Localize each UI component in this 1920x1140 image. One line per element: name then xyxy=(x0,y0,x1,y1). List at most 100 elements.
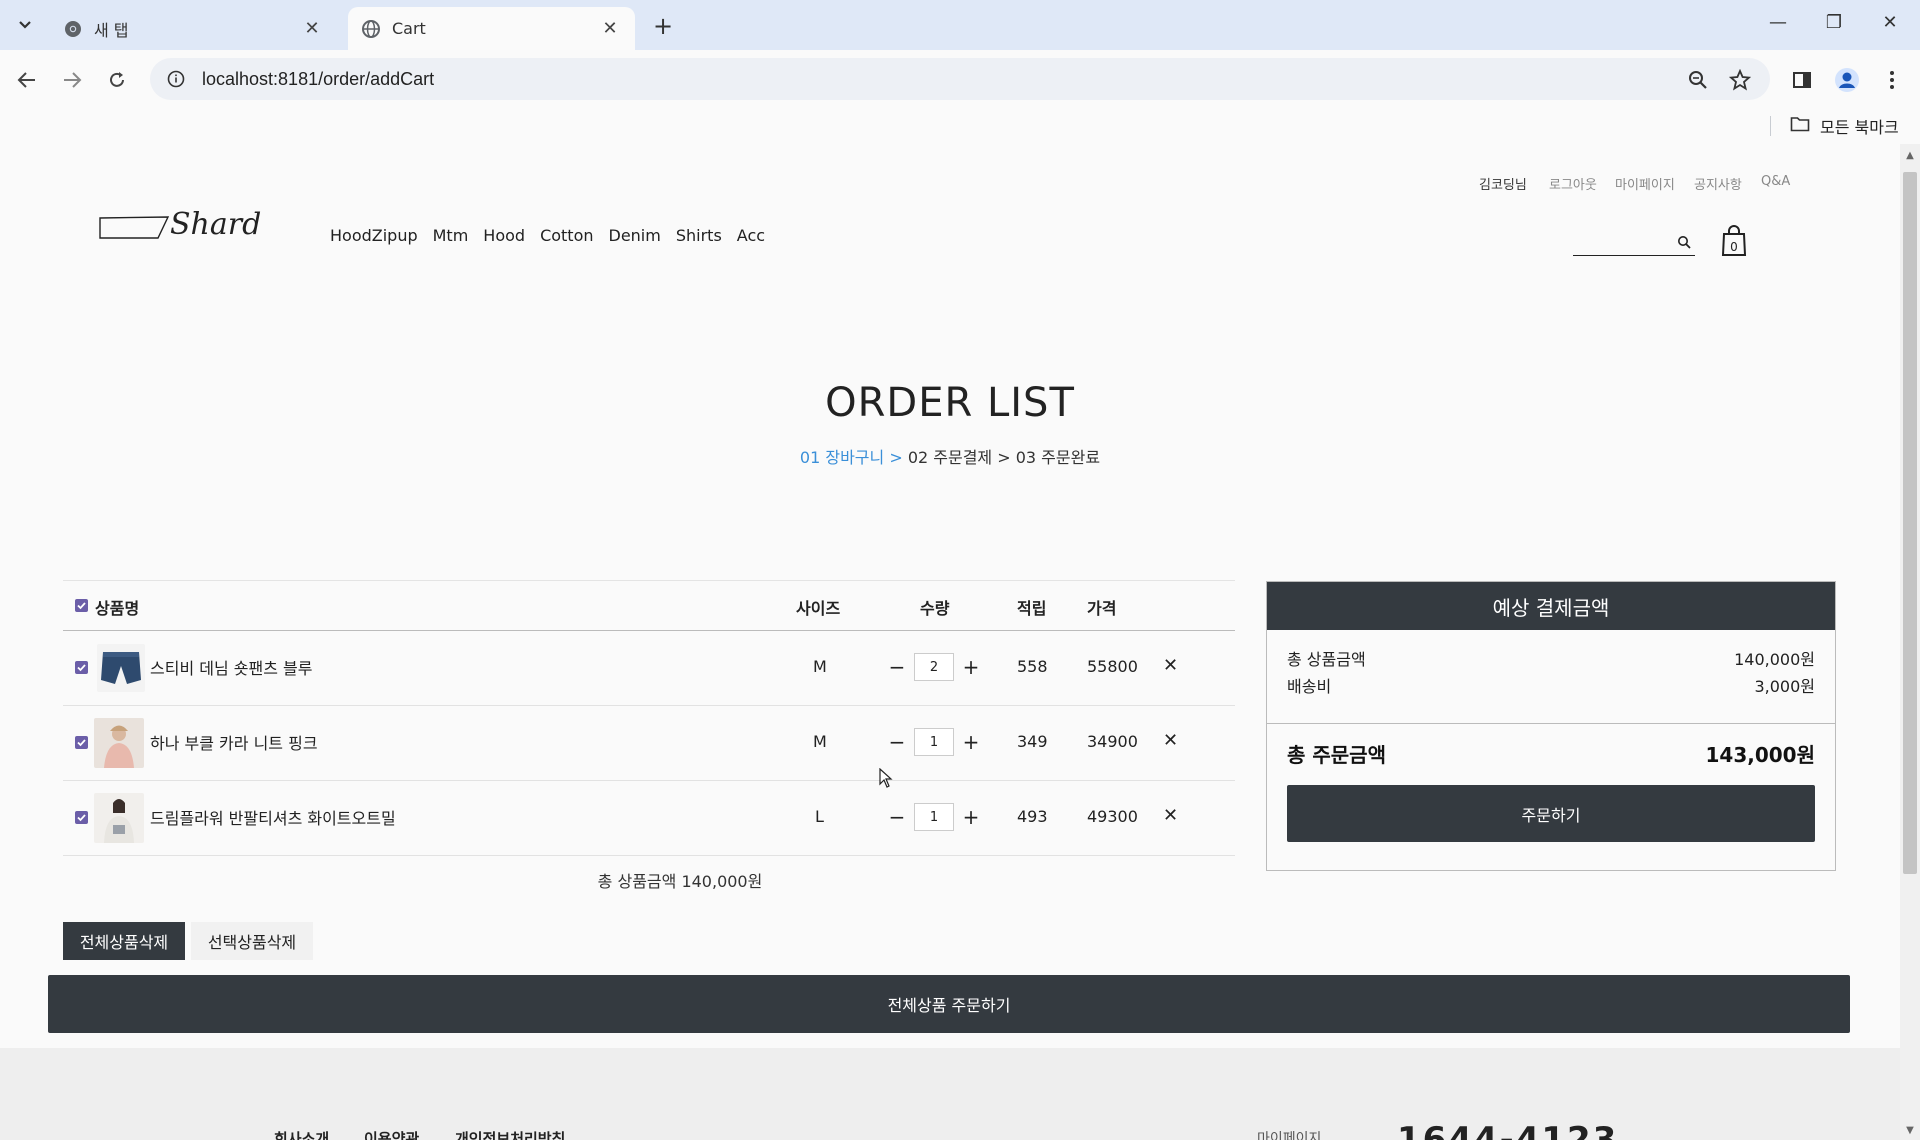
folder-icon xyxy=(1790,116,1810,136)
mouse-cursor-icon xyxy=(879,767,893,792)
summary-divider xyxy=(1267,723,1835,724)
item-checkbox[interactable] xyxy=(75,811,88,824)
bookmark-bar: 모든 북마크 xyxy=(0,108,1920,144)
kebab-menu-icon[interactable] xyxy=(1878,66,1906,94)
quantity-plus-button[interactable]: + xyxy=(960,730,982,754)
product-thumbnail[interactable] xyxy=(97,644,145,692)
quantity-plus-button[interactable]: + xyxy=(960,655,982,679)
back-icon[interactable] xyxy=(12,66,42,94)
tab-search-chevron-icon[interactable] xyxy=(8,10,42,40)
util-logout-link[interactable]: 로그아웃 xyxy=(1549,174,1597,193)
delete-all-button[interactable]: 전체상품삭제 xyxy=(63,922,185,960)
item-checkbox[interactable] xyxy=(75,661,88,674)
cart-total-text: 총 상품금액 140,000원 xyxy=(597,872,763,891)
globe-icon xyxy=(362,19,380,38)
remove-item-icon[interactable]: ✕ xyxy=(1163,805,1178,826)
page-scrollbar[interactable]: ▲ ▼ xyxy=(1900,144,1920,1140)
remove-item-icon[interactable]: ✕ xyxy=(1163,655,1178,676)
zoom-icon[interactable] xyxy=(1686,68,1710,92)
product-name[interactable]: 드림플라워 반팔티셔츠 화이트오트밀 xyxy=(150,805,396,829)
nav-shirts[interactable]: Shirts xyxy=(676,226,722,245)
quantity-input[interactable]: 1 xyxy=(914,728,954,756)
step-separator: > xyxy=(884,448,908,467)
product-thumbnail[interactable] xyxy=(94,718,144,768)
search-input[interactable] xyxy=(1573,230,1669,254)
col-product-name: 상품명 xyxy=(95,599,140,618)
product-name[interactable]: 스티비 데님 숏팬츠 블루 xyxy=(150,655,312,679)
footer-link-company[interactable]: 회사소개 xyxy=(274,1128,329,1140)
item-price: 55800 xyxy=(1087,657,1138,676)
tab-new-tab[interactable]: 새 탭 ✕ xyxy=(50,7,337,50)
step-complete: 03 주문완료 xyxy=(1015,448,1101,467)
product-total-label: 총 상품금액 xyxy=(1287,650,1366,669)
restore-icon[interactable]: ❐ xyxy=(1814,12,1854,33)
order-all-button[interactable]: 전체상품 주문하기 xyxy=(48,975,1850,1033)
quantity-minus-button[interactable]: − xyxy=(886,805,908,829)
cart-bag-icon[interactable]: 0 xyxy=(1720,224,1748,258)
item-price: 49300 xyxy=(1087,807,1138,826)
delete-selected-button[interactable]: 선택상품삭제 xyxy=(191,922,313,960)
search-icon[interactable] xyxy=(1677,234,1691,253)
footer-link-terms[interactable]: 이용약관 xyxy=(364,1128,419,1140)
shipping-value: 3,000원 xyxy=(1754,677,1815,696)
quantity-stepper: − 1 + xyxy=(886,728,982,756)
site-info-icon[interactable] xyxy=(164,67,188,91)
minimize-icon[interactable]: — xyxy=(1758,12,1798,33)
product-thumbnail[interactable] xyxy=(94,793,144,843)
footer-link-privacy[interactable]: 개인정보처리방침 xyxy=(455,1128,565,1140)
window-close-icon[interactable]: ✕ xyxy=(1870,12,1910,33)
select-all-checkbox[interactable] xyxy=(75,599,88,612)
tab-cart[interactable]: Cart ✕ xyxy=(348,7,635,50)
tab-close-icon[interactable]: ✕ xyxy=(301,18,323,39)
nav-acc[interactable]: Acc xyxy=(737,226,765,245)
all-bookmarks-button[interactable]: 모든 북마크 xyxy=(1790,114,1899,138)
nav-denim[interactable]: Denim xyxy=(609,226,661,245)
cart-row: 드림플라워 반팔티셔츠 화이트오트밀 L − 1 + 493 49300 ✕ xyxy=(63,781,1235,856)
util-notice-link[interactable]: 공지사항 xyxy=(1694,174,1742,193)
step-separator: > xyxy=(992,448,1016,467)
product-name[interactable]: 하나 부클 카라 니트 핑크 xyxy=(150,730,318,754)
address-bar[interactable]: localhost:8181/order/addCart xyxy=(150,58,1770,100)
quantity-minus-button[interactable]: − xyxy=(886,730,908,754)
quantity-plus-button[interactable]: + xyxy=(960,805,982,829)
remove-item-icon[interactable]: ✕ xyxy=(1163,730,1178,751)
nav-mtm[interactable]: Mtm xyxy=(433,226,469,245)
chrome-icon xyxy=(64,20,82,38)
page-viewport: 김코딩님 로그아웃 마이페이지 공지사항 Q&A Shard HoodZipup… xyxy=(0,144,1900,1140)
search-box xyxy=(1573,230,1695,256)
quantity-minus-button[interactable]: − xyxy=(886,655,908,679)
item-size: M xyxy=(813,657,827,676)
shard-logo[interactable]: Shard xyxy=(98,204,264,246)
col-price: 가격 xyxy=(1087,599,1117,618)
bookmark-divider xyxy=(1770,116,1771,136)
scroll-up-arrow-icon[interactable]: ▲ xyxy=(1900,150,1920,161)
payment-summary-box: 예상 결제금액 총 상품금액 140,000원 배송비 3,000원 총 주문금… xyxy=(1266,581,1836,871)
util-qna-link[interactable]: Q&A xyxy=(1761,174,1790,189)
util-mypage-link[interactable]: 마이페이지 xyxy=(1615,174,1675,193)
quantity-stepper: − 2 + xyxy=(886,653,982,681)
item-point: 349 xyxy=(1017,732,1048,751)
scroll-down-arrow-icon[interactable]: ▼ xyxy=(1900,1125,1920,1136)
quantity-input[interactable]: 2 xyxy=(914,653,954,681)
cart-table: 상품명 사이즈 수량 적립 가격 스티비 데님 숏팬츠 블루 M − 2 + 5… xyxy=(63,580,1235,856)
new-tab-plus-icon[interactable]: + xyxy=(650,12,676,40)
nav-hood[interactable]: Hood xyxy=(483,226,525,245)
quantity-input[interactable]: 1 xyxy=(914,803,954,831)
item-checkbox[interactable] xyxy=(75,736,88,749)
bookmark-star-icon[interactable] xyxy=(1728,68,1752,92)
tab-close-icon[interactable]: ✕ xyxy=(599,18,621,39)
page-title: ORDER LIST xyxy=(825,380,1075,426)
forward-icon[interactable] xyxy=(57,66,87,94)
profile-avatar-icon[interactable] xyxy=(1833,66,1861,94)
reload-icon[interactable] xyxy=(102,66,132,94)
checkout-button[interactable]: 주문하기 xyxy=(1287,785,1815,842)
util-user-name[interactable]: 김코딩님 xyxy=(1479,174,1527,193)
scrollbar-thumb[interactable] xyxy=(1903,172,1917,874)
side-panel-icon[interactable] xyxy=(1788,66,1816,94)
site-footer: 회사소개 이용약관 개인정보처리방침 마이페이지 1644-4123 xyxy=(0,1048,1900,1140)
nav-hoodzipup[interactable]: HoodZipup xyxy=(330,226,418,245)
nav-cotton[interactable]: Cotton xyxy=(540,226,593,245)
footer-cs-label: 마이페이지 xyxy=(1257,1131,1322,1140)
order-total-label: 총 주문금액 xyxy=(1287,743,1386,767)
item-price: 34900 xyxy=(1087,732,1138,751)
